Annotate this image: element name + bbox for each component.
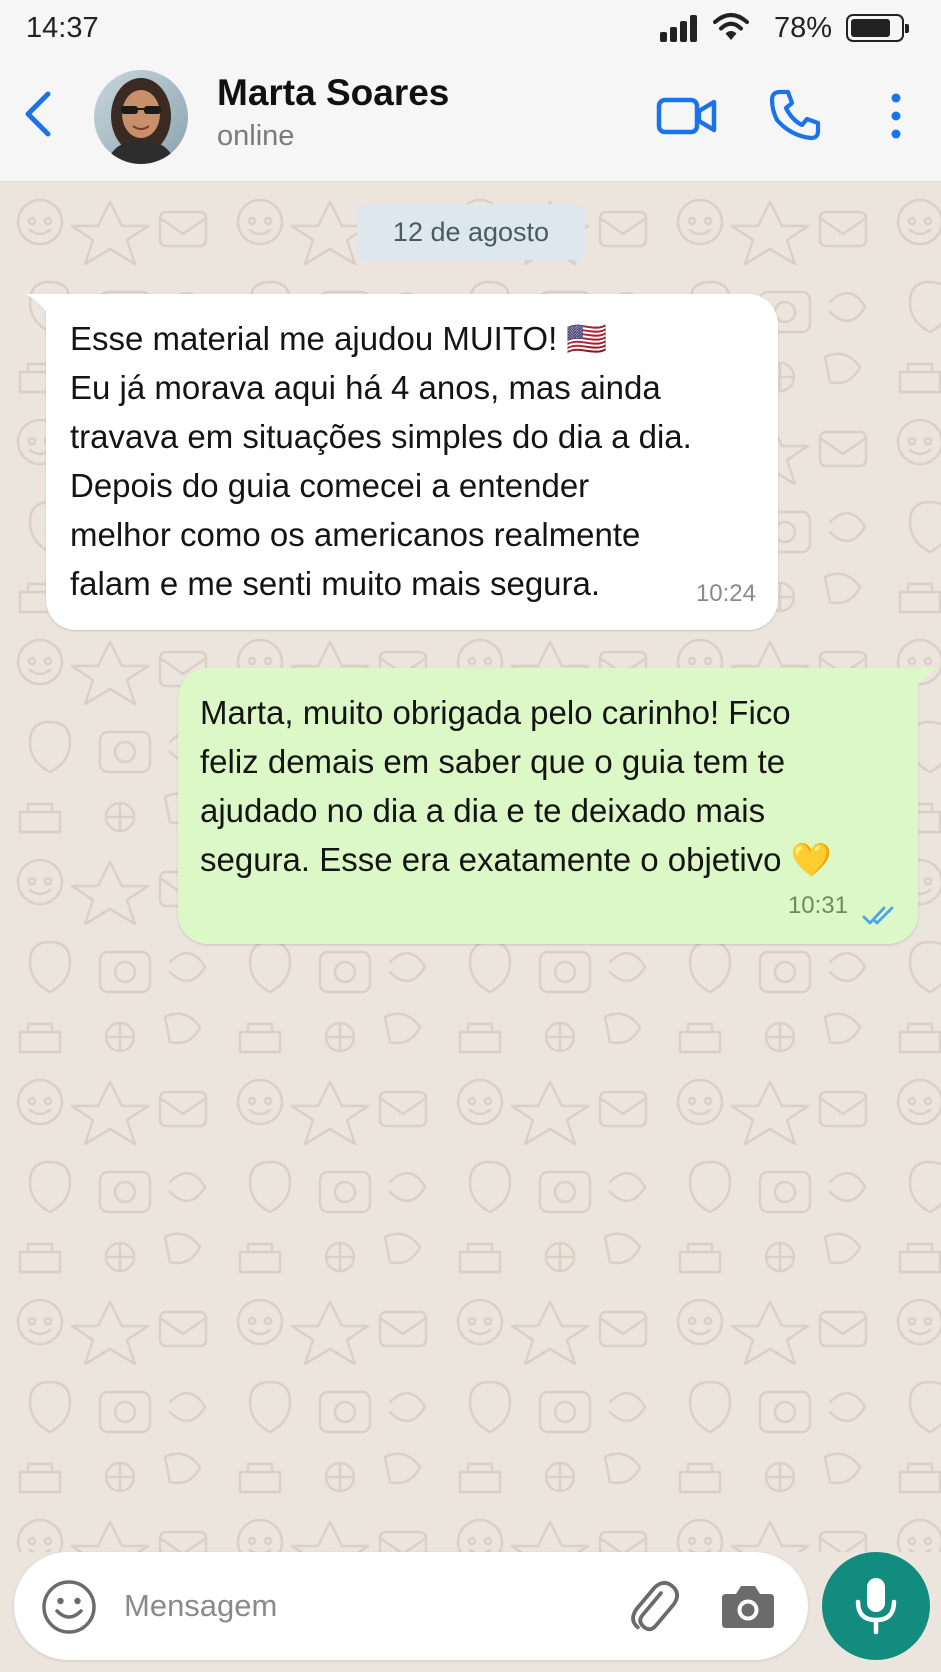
- emoji-icon[interactable]: [40, 1578, 98, 1636]
- back-arrow-icon[interactable]: [18, 86, 58, 142]
- message-time: 10:31: [787, 892, 848, 919]
- phone-icon[interactable]: [768, 88, 822, 142]
- video-call-icon[interactable]: [656, 92, 718, 140]
- cellular-signal-icon: [660, 14, 702, 42]
- wifi-icon: [713, 13, 749, 40]
- camera-icon[interactable]: [720, 1580, 776, 1632]
- avatar[interactable]: [94, 70, 188, 164]
- paperclip-icon[interactable]: [622, 1576, 682, 1636]
- bubble-tail: [26, 294, 50, 316]
- message-text: Esse material me ajudou MUITO! 🇺🇸 Eu já …: [70, 320, 692, 602]
- read-receipt-icon: [862, 906, 894, 925]
- composer-box: [14, 1552, 808, 1660]
- contact-name[interactable]: Marta Soares: [217, 72, 449, 114]
- battery-percent: 78%: [774, 12, 833, 44]
- microphone-icon: [855, 1578, 897, 1635]
- battery-icon: [846, 14, 909, 42]
- message-text: Marta, muito obrigada pelo carinho! Fico…: [200, 694, 832, 878]
- more-vertical-icon[interactable]: [880, 88, 912, 144]
- incoming-message[interactable]: Esse material me ajudou MUITO! 🇺🇸 Eu já …: [26, 294, 778, 630]
- message-time: 10:24: [695, 580, 756, 607]
- outgoing-message[interactable]: Marta, muito obrigada pelo carinho! Fico…: [178, 668, 938, 944]
- chat-area[interactable]: 12 de agosto Esse material me ajudou MUI…: [0, 182, 941, 1552]
- composer-bar: [0, 1552, 941, 1672]
- contact-status: online: [217, 120, 295, 152]
- bubble-tail: [914, 668, 938, 690]
- message-input[interactable]: [122, 1574, 606, 1638]
- status-time: 14:37: [26, 12, 99, 44]
- chat-header: Marta Soares online: [0, 56, 941, 182]
- status-bar: 14:37 78%: [0, 0, 941, 56]
- date-chip: 12 de agosto: [357, 204, 585, 260]
- voice-message-button[interactable]: [822, 1552, 930, 1660]
